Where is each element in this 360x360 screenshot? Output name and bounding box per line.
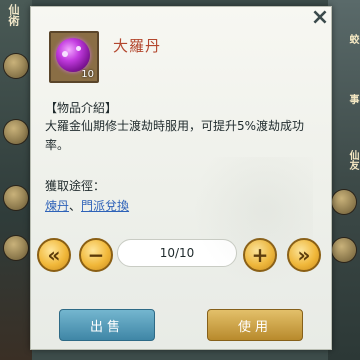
item-icon-slot: 10 <box>49 31 99 83</box>
bg-menu-icon[interactable] <box>4 54 28 78</box>
bg-menu-icon[interactable] <box>332 238 356 262</box>
game-background-right: 蛟 事 仙友 <box>328 0 360 360</box>
sell-button[interactable]: 出售 <box>59 309 155 341</box>
item-count: 10 <box>81 69 94 80</box>
source-heading: 獲取途徑： <box>45 179 106 193</box>
decrease-quantity-button[interactable]: − <box>79 238 113 272</box>
item-description: 大羅金仙期修士渡劫時服用，可提升5%渡劫成功率。 <box>45 119 305 152</box>
bg-menu-icon[interactable] <box>332 190 356 214</box>
source-link-sect-exchange[interactable]: 門派兌換 <box>81 199 129 213</box>
bg-menu-icon[interactable] <box>4 186 28 210</box>
quantity-stepper: « − 10/10 + » <box>31 235 331 277</box>
quantity-display[interactable]: 10/10 <box>117 239 237 267</box>
bg-menu-icon[interactable] <box>4 120 28 144</box>
bg-tag[interactable]: 蛟 <box>336 34 358 44</box>
source-separator: 、 <box>69 199 82 213</box>
source-link-alchemy[interactable]: 煉丹 <box>45 199 69 213</box>
bg-tag[interactable]: 事 <box>336 94 358 104</box>
bg-tag[interactable]: 仙友 <box>336 150 358 170</box>
item-detail-popup: × 10 大羅丹 【物品介紹】 大羅金仙期修士渡劫時服用，可提升5%渡劫成功率。… <box>30 6 332 350</box>
min-quantity-button[interactable]: « <box>37 238 71 272</box>
purple-pill-icon <box>56 38 90 72</box>
increase-quantity-button[interactable]: + <box>243 238 277 272</box>
item-name: 大羅丹 <box>113 37 162 55</box>
bg-skill-label[interactable]: 仙術 <box>2 4 20 26</box>
max-quantity-button[interactable]: » <box>287 238 321 272</box>
bg-sword-icon[interactable] <box>4 236 28 260</box>
game-background-left: 仙術 <box>0 0 32 360</box>
use-button[interactable]: 使用 <box>207 309 303 341</box>
description-heading: 【物品介紹】 <box>45 101 118 115</box>
source-list: 煉丹、門派兌換 <box>45 197 129 214</box>
close-button[interactable]: × <box>307 5 333 31</box>
